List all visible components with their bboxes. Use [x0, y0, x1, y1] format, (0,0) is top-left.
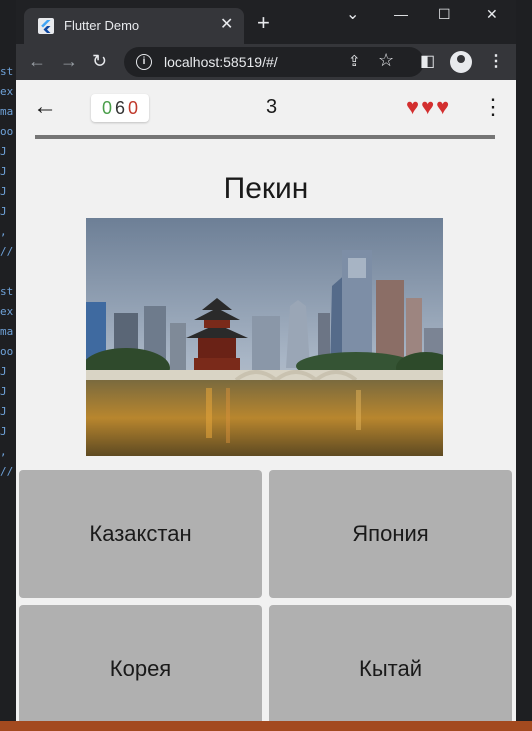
lives-hearts-icon: ♥♥♥	[406, 94, 452, 119]
editor-line: J	[0, 365, 7, 378]
editor-line: ma	[0, 105, 14, 118]
score-counter: 060	[91, 94, 149, 122]
editor-line: J	[0, 205, 7, 218]
browser-titlebar: Flutter Demo ✕ + ⌄ — ☐ ✕	[16, 0, 516, 44]
back-arrow-icon[interactable]: ←	[33, 94, 57, 120]
forward-arrow-icon[interactable]: →	[60, 50, 78, 72]
side-panel-icon[interactable]: ◧	[420, 51, 435, 71]
close-tab-icon[interactable]: ✕	[220, 16, 233, 34]
site-info-icon[interactable]: i	[136, 54, 152, 70]
editor-line: st	[0, 65, 14, 78]
city-photo	[86, 218, 443, 456]
score-correct: 0	[101, 98, 112, 118]
progress-bar	[35, 135, 495, 139]
editor-line: J	[0, 385, 7, 398]
flutter-logo-icon	[38, 18, 54, 34]
progress-fill	[35, 135, 495, 139]
editor-line: J	[0, 165, 7, 178]
new-tab-button[interactable]: +	[257, 12, 270, 34]
editor-line: ma	[0, 325, 14, 338]
url-text[interactable]: localhost:58519/#/	[164, 54, 278, 70]
city-name: Пекин	[223, 172, 309, 205]
round-number: 3	[266, 96, 278, 118]
code-editor-right-strip	[514, 0, 532, 731]
browser-tab[interactable]: Flutter Demo ✕	[24, 8, 244, 44]
share-icon[interactable]: ⇪	[348, 52, 361, 70]
browser-menu-icon[interactable]: ⋮	[488, 51, 504, 71]
answer-button-3[interactable]: Корея	[19, 605, 262, 721]
answer-button-2[interactable]: Япония	[269, 470, 512, 598]
back-arrow-icon[interactable]: ←	[28, 50, 46, 72]
editor-line: J	[0, 405, 7, 418]
flutter-app: ← 060 3 ♥♥♥ ⋮ Пекин Казакстан Япония Кор…	[16, 80, 516, 721]
bookmark-star-icon[interactable]: ☆	[378, 50, 394, 71]
tab-title: Flutter Demo	[64, 18, 140, 33]
editor-line: ,	[0, 445, 7, 458]
editor-line: //	[0, 465, 14, 478]
editor-line: ,	[0, 225, 7, 238]
browser-window: Flutter Demo ✕ + ⌄ — ☐ ✕ ← → ↻ i localho…	[16, 0, 516, 721]
editor-line: //	[0, 245, 14, 258]
browser-toolbar: ← → ↻ i localhost:58519/#/ ⇪ ☆ ◧ ⋮	[16, 44, 516, 80]
address-bar[interactable]: i localhost:58519/#/ ⇪ ☆	[124, 47, 424, 77]
editor-line: J	[0, 185, 7, 198]
maximize-button[interactable]: ☐	[438, 6, 451, 23]
editor-line: oo	[0, 345, 14, 358]
editor-line: J	[0, 425, 7, 438]
score-total: 6	[114, 98, 125, 118]
editor-line: oo	[0, 125, 14, 138]
answer-button-4[interactable]: Кытай	[269, 605, 512, 721]
score-wrong: 0	[128, 98, 139, 118]
taskbar-strip	[0, 721, 532, 731]
tab-search-chevron-icon[interactable]: ⌄	[346, 4, 359, 24]
editor-line: st	[0, 285, 14, 298]
minimize-button[interactable]: —	[394, 6, 408, 22]
answer-button-1[interactable]: Казакстан	[19, 470, 262, 598]
close-window-button[interactable]: ✕	[486, 6, 498, 23]
reload-icon[interactable]: ↻	[92, 50, 107, 72]
profile-avatar-icon[interactable]	[450, 51, 472, 73]
editor-line: ex	[0, 305, 14, 318]
more-menu-icon[interactable]: ⋮	[482, 94, 504, 120]
editor-line: J	[0, 145, 7, 158]
code-editor-left-strip: st ex ma oo J J J J , // st ex ma oo J J…	[0, 0, 16, 731]
editor-line: ex	[0, 85, 14, 98]
